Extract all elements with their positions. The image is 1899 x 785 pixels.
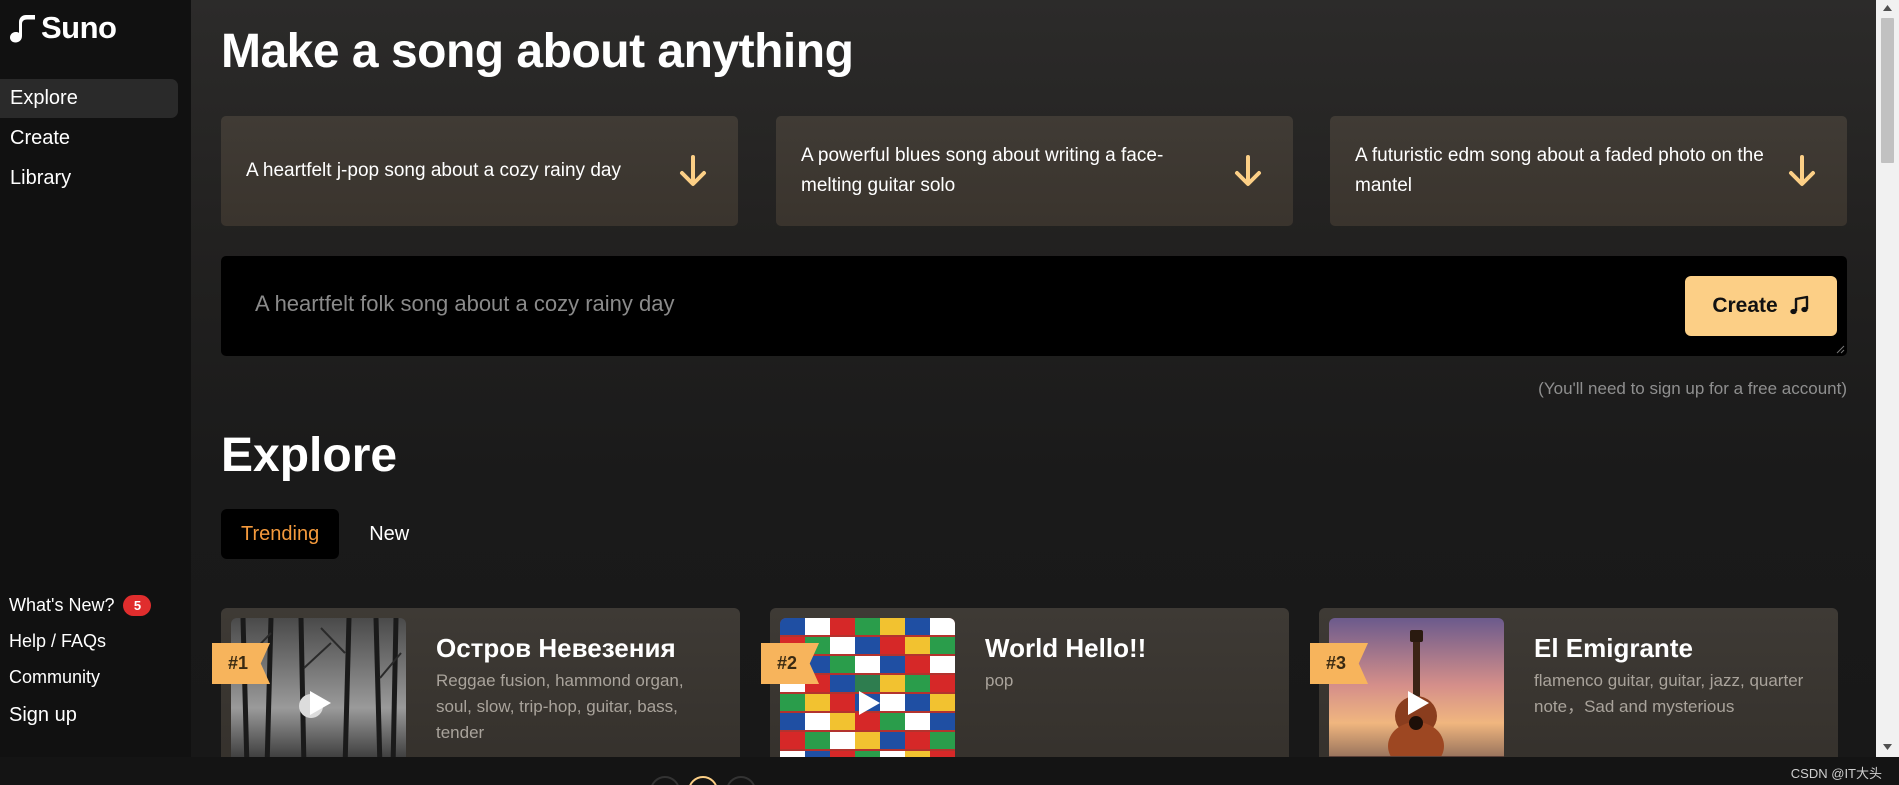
scroll-down-icon[interactable]	[1882, 743, 1893, 751]
song-title[interactable]: World Hello!!	[985, 633, 1146, 664]
prompt-suggestion-card[interactable]: A powerful blues song about writing a fa…	[776, 116, 1293, 226]
song-tags: Reggae fusion, hammond organ, soul, slow…	[436, 671, 684, 742]
help-faqs-link[interactable]: Help / FAQs	[9, 623, 184, 659]
resize-grip-icon[interactable]	[1835, 344, 1845, 354]
main-nav: Explore Create Library	[0, 79, 191, 199]
song-list: #1 Остров Невезения Reggae fusion, hammo…	[212, 608, 1861, 757]
whats-new-link[interactable]: What's New? 5	[9, 587, 184, 623]
song-title[interactable]: Остров Невезения	[436, 633, 676, 664]
music-note-icon	[1789, 295, 1808, 315]
prompt-suggestion-card[interactable]: A futuristic edm song about a faded phot…	[1330, 116, 1847, 226]
bottom-bar: CSDN @IT大头	[0, 757, 1899, 785]
play-icon[interactable]	[308, 690, 332, 716]
whats-new-badge: 5	[123, 594, 152, 616]
create-button-label: Create	[1712, 294, 1778, 317]
prompt-suggestion-text: A heartfelt j-pop song about a cozy rain…	[246, 160, 621, 181]
player-control[interactable]	[650, 776, 680, 785]
suno-logo-icon	[10, 15, 35, 43]
prompt-suggestion-card[interactable]: A heartfelt j-pop song about a cozy rain…	[221, 116, 738, 226]
player-control[interactable]	[688, 776, 718, 785]
arrow-down-icon	[680, 155, 706, 186]
secondary-nav: What's New? 5 Help / FAQs Community Sign…	[9, 587, 184, 735]
tab-new[interactable]: New	[349, 509, 429, 559]
song-prompt-input[interactable]	[221, 256, 1847, 356]
tab-trending[interactable]: Trending	[221, 509, 340, 559]
arrow-down-icon	[1789, 155, 1815, 186]
nav-item-explore[interactable]: Explore	[0, 79, 178, 118]
player-controls-peek	[650, 776, 756, 785]
arrow-down-icon	[1235, 155, 1261, 186]
watermark: CSDN @IT大头	[1790, 766, 1882, 781]
prompt-suggestions: A heartfelt j-pop song about a cozy rain…	[221, 116, 1847, 226]
song-card[interactable]: #3 El Emigrante flamenco guitar, guitar,…	[1310, 608, 1838, 757]
explore-heading: Explore	[221, 429, 398, 482]
play-icon[interactable]	[857, 690, 881, 716]
prompt-suggestion-text: A futuristic edm song about a faded phot…	[1355, 145, 1764, 196]
whats-new-label: What's New?	[9, 594, 115, 615]
signup-note: (You'll need to sign up for a free accou…	[1538, 379, 1847, 398]
song-cover-image[interactable]	[231, 618, 406, 757]
main-content: Make a song about anything A heartfelt j…	[191, 0, 1876, 757]
scroll-up-icon[interactable]	[1882, 4, 1893, 12]
song-title[interactable]: El Emigrante	[1534, 633, 1693, 664]
play-icon[interactable]	[1406, 690, 1430, 716]
player-control[interactable]	[726, 776, 756, 785]
prompt-suggestion-text: A powerful blues song about writing a fa…	[801, 145, 1164, 196]
nav-item-library[interactable]: Library	[0, 159, 178, 198]
sidebar: Suno Explore Create Library What's New? …	[0, 0, 191, 757]
sign-up-link[interactable]: Sign up	[9, 695, 184, 735]
community-link[interactable]: Community	[9, 659, 184, 695]
song-cover-image[interactable]	[1329, 618, 1504, 757]
song-card[interactable]: #2 World Hello!! pop	[761, 608, 1289, 757]
vertical-scrollbar[interactable]	[1876, 0, 1899, 757]
create-button[interactable]: Create	[1685, 276, 1837, 336]
explore-tabs: Trending New	[221, 509, 429, 559]
song-tags: pop	[985, 671, 1014, 690]
song-cover-image[interactable]	[780, 618, 955, 757]
scrollbar-thumb[interactable]	[1881, 18, 1894, 163]
song-prompt-box: Create	[221, 256, 1847, 356]
page-title: Make a song about anything	[221, 25, 854, 78]
song-tags: flamenco guitar, guitar, jazz, quarter n…	[1534, 671, 1804, 716]
nav-item-create[interactable]: Create	[0, 119, 178, 158]
brand-name: Suno	[41, 10, 117, 45]
song-card[interactable]: #1 Остров Невезения Reggae fusion, hammo…	[212, 608, 740, 757]
suno-logo[interactable]: Suno	[9, 10, 117, 46]
